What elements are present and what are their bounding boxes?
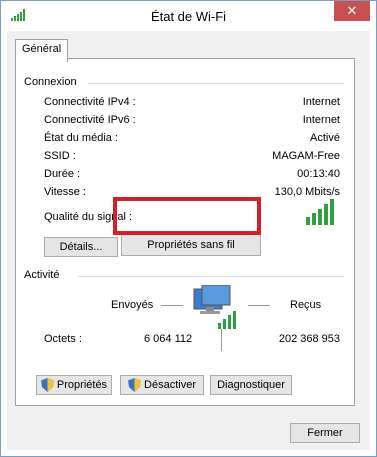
- uac-shield-icon: [128, 378, 142, 392]
- close-window-button[interactable]: ✕: [334, 1, 370, 21]
- wireless-properties-highlight: [113, 197, 261, 235]
- bytes-received-value: 202 368 953: [278, 333, 340, 345]
- dialog-client: Général Connexion Connectivité IPv4 : In…: [7, 31, 370, 450]
- media-state-value: Activé: [310, 132, 340, 144]
- wifi-status-window: État de Wi-Fi ✕ Général Connexion Connec…: [0, 0, 377, 457]
- bytes-sent-value: 6 064 112: [144, 333, 193, 345]
- wireless-properties-label: Propriétés sans fil: [147, 239, 235, 251]
- media-state-label: État du média :: [44, 132, 118, 144]
- close-icon: ✕: [346, 3, 358, 18]
- signal-strength-icon: [306, 199, 334, 228]
- ssid-label: SSID :: [44, 150, 76, 162]
- bytes-label: Octets :: [44, 333, 82, 345]
- diagnose-button[interactable]: Diagnostiquer: [210, 375, 292, 395]
- activity-divider: [78, 276, 344, 277]
- connection-divider: [88, 83, 344, 84]
- ipv6-value: Internet: [302, 114, 340, 126]
- sent-line: [161, 305, 183, 306]
- speed-value: 130,0 Mbits/s: [274, 186, 340, 198]
- received-label: Reçus: [290, 299, 322, 311]
- connection-group-label: Connexion: [24, 76, 81, 88]
- activity-group-label: Activité: [24, 269, 64, 281]
- duration-value: 00:13:40: [297, 168, 340, 180]
- window-title: État de Wi-Fi: [150, 9, 227, 24]
- ipv4-value: Internet: [302, 96, 340, 108]
- title-bar[interactable]: État de Wi-Fi ✕: [1, 1, 376, 31]
- uac-shield-icon: [40, 378, 54, 392]
- details-button[interactable]: Détails...: [44, 237, 118, 257]
- tab-general[interactable]: Général: [15, 39, 69, 62]
- ipv4-label: Connectivité IPv4 :: [44, 96, 136, 108]
- speed-label: Vitesse :: [44, 186, 86, 198]
- received-line: [248, 305, 270, 306]
- disable-button-label: Désactiver: [144, 379, 196, 391]
- disable-button[interactable]: Désactiver: [120, 375, 204, 395]
- diagnose-button-label: Diagnostiquer: [217, 379, 285, 391]
- properties-button-label: Propriétés: [56, 379, 108, 391]
- bytes-divider: [221, 329, 222, 351]
- duration-label: Durée :: [44, 168, 81, 180]
- close-button-label: Fermer: [307, 427, 343, 439]
- ipv6-label: Connectivité IPv6 :: [44, 114, 136, 126]
- close-button[interactable]: Fermer: [290, 423, 360, 443]
- network-computer-icon: [188, 284, 236, 334]
- details-button-label: Détails...: [59, 241, 103, 253]
- properties-button[interactable]: Propriétés: [36, 375, 112, 395]
- sent-label: Envoyés: [111, 299, 154, 311]
- wireless-properties-button[interactable]: Propriétés sans fil: [121, 234, 261, 256]
- ssid-value: MAGAM-Free: [272, 150, 340, 162]
